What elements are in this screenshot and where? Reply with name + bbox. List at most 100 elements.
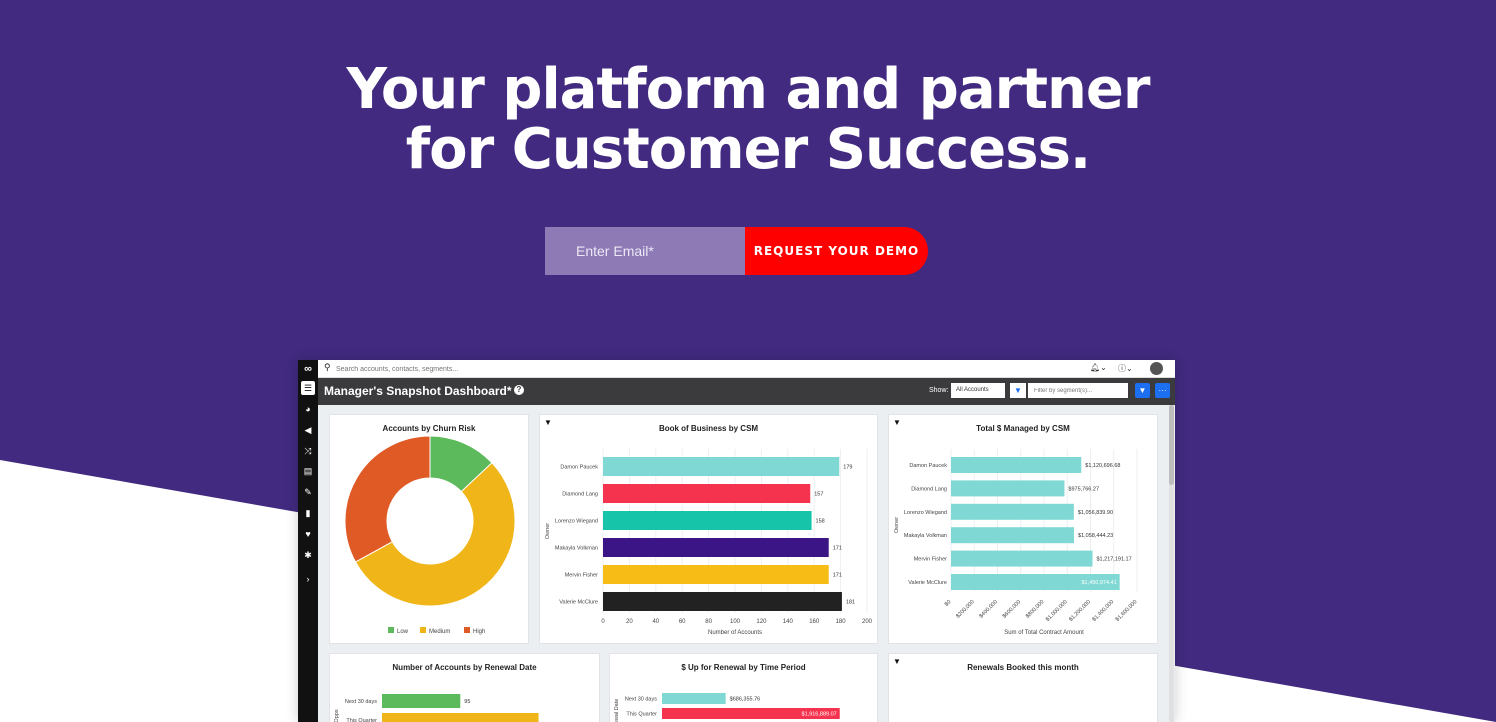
show-label: Show: [929, 387, 949, 394]
x-axis-label: Sum of Total Contract Amount [1004, 630, 1084, 636]
x-tick-label: $1,400,000 [1091, 599, 1115, 623]
app-topbar: ⚲ 🔔︎⌄ ⓘ⌄ [318, 360, 1175, 378]
bell-icon[interactable]: 🔔︎⌄ [1090, 363, 1107, 372]
bar [603, 511, 812, 530]
gear-icon[interactable]: ✱ [301, 548, 315, 562]
y-axis-label: Renewal Date [614, 699, 620, 722]
scrollbar[interactable] [1169, 405, 1174, 722]
data-label: 171 [833, 573, 842, 579]
more-options-icon[interactable]: ··· [1155, 383, 1170, 398]
renewal-period-bar-chart: Next 30 days $686,355.76 This Quarter $1,91… [614, 693, 840, 722]
y-axis-label: Opps [334, 709, 340, 722]
y-tick-label: Next 30 days [345, 699, 377, 705]
global-search-input[interactable] [336, 363, 636, 375]
x-tick-label: 0 [601, 619, 605, 625]
donut-slice-high [344, 435, 431, 563]
help-icon[interactable]: ? [514, 385, 524, 395]
y-tick-label: Damon Paucek [560, 465, 598, 471]
avatar[interactable] [1150, 362, 1163, 375]
legend-swatch-medium [420, 627, 426, 633]
x-tick-label: $800,000 [1025, 599, 1045, 619]
x-tick-label: 20 [626, 619, 633, 625]
megaphone-icon[interactable]: ◀ [301, 423, 315, 437]
email-input[interactable] [545, 227, 745, 275]
document-icon[interactable]: ▮ [301, 506, 315, 520]
legend-label-low: Low [397, 629, 409, 635]
data-label: 181 [846, 600, 855, 606]
y-tick-label: Damon Paucek [909, 463, 947, 469]
y-tick-label: This Quarter [626, 712, 657, 718]
data-label: $1,916,889.07 [802, 712, 837, 718]
y-tick-label: Diamond Lang [562, 492, 598, 498]
y-tick-label: Valerie McClure [908, 580, 947, 586]
request-demo-button[interactable]: REQUEST YOUR DEMO [745, 227, 928, 275]
scrollbar-thumb[interactable] [1169, 405, 1174, 485]
y-tick-label: Lorenzo Wiegand [555, 519, 598, 525]
logo-icon: ∞ [304, 363, 312, 375]
data-label: $1,058,444.23 [1078, 533, 1113, 539]
bar [951, 503, 1074, 520]
managed-bar-chart: $0 $200,000 $400,000 $600,000 $800,000 $1,000… [894, 449, 1138, 636]
y-tick-label: Next 30 days [625, 697, 657, 703]
churn-donut-chart: Low Medium High [344, 435, 516, 635]
legend-label-medium: Medium [429, 629, 450, 635]
data-label: 171 [833, 546, 842, 552]
y-tick-label: Valerie McClure [559, 600, 598, 606]
bar [603, 457, 840, 476]
hero-title-line1: Your platform and partner [346, 57, 1151, 122]
data-label: 95 [464, 699, 470, 705]
y-tick-label: Makayla Volkman [904, 533, 947, 539]
app-sidebar: ∞ ☰ ◕ ◀ ⤨ ▤ ✎ ▮ ♥ ✱ › [298, 360, 318, 722]
y-axis-label: Owner [894, 517, 900, 533]
x-tick-label: $1,000,000 [1045, 599, 1069, 623]
segment-filter-input[interactable] [1028, 383, 1128, 398]
shuffle-icon[interactable]: ⤨ [301, 444, 315, 458]
bar [951, 550, 1093, 567]
bar [603, 484, 811, 503]
book-bar-chart: 0 20 40 60 80 100 120 140 160 180 200 Damon Paucek 1… [545, 449, 873, 636]
question-icon[interactable]: ⓘ⌄ [1118, 363, 1133, 374]
x-tick-label: $400,000 [978, 599, 998, 619]
x-tick-label: $1,200,000 [1068, 599, 1092, 623]
panel-total-managed: ▼ Total $ Managed by CSM $0 $200,000 $400,… [888, 414, 1158, 644]
data-label: $686,355.76 [730, 697, 761, 703]
x-tick-label: 180 [836, 619, 847, 625]
x-tick-label: 160 [809, 619, 820, 625]
panel-renewals-booked: ▼ Renewals Booked this month [888, 653, 1158, 722]
hero-title: Your platform and partner for Customer S… [0, 60, 1496, 180]
bar [951, 457, 1082, 473]
show-select[interactable]: All Accounts [951, 383, 1005, 398]
wrench-icon[interactable]: ✎ [301, 485, 315, 499]
x-tick-label: $0 [944, 599, 953, 608]
y-tick-label: This Quarter [346, 718, 377, 722]
bar [603, 565, 829, 584]
apply-filter-icon[interactable]: ▼ [1135, 383, 1150, 398]
panel-title: Renewals Booked this month [967, 663, 1079, 672]
data-label: 179 [843, 465, 852, 471]
filter-icon[interactable]: ▼ [1010, 383, 1026, 398]
heart-icon[interactable]: ♥ [301, 527, 315, 541]
menu-icon[interactable]: ☰ [301, 381, 315, 395]
dashboard-icon[interactable]: ◕ [301, 402, 315, 416]
x-tick-label: $600,000 [1002, 599, 1022, 619]
y-tick-label: Diamond Lang [911, 486, 947, 492]
y-tick-label: Mervin Fisher [565, 573, 598, 579]
x-tick-label: $200,000 [955, 599, 975, 619]
dashboard-header: Manager's Snapshot Dashboard* ? Show: Al… [318, 378, 1175, 405]
signpost-icon[interactable]: ▤ [301, 464, 315, 478]
x-tick-label: 40 [652, 619, 659, 625]
panel-book-of-business: ▼ Book of Business by CSM 0 20 40 60 80 100 12… [539, 414, 878, 644]
x-tick-label: 100 [730, 619, 741, 625]
panel-renewal-period: $ Up for Renewal by Time Period Next 30 … [609, 653, 878, 722]
bar [603, 538, 829, 557]
chevron-right-icon[interactable]: › [301, 572, 315, 586]
data-label: $1,120,696.68 [1085, 463, 1120, 469]
data-label: 158 [816, 519, 825, 525]
bar [603, 592, 842, 611]
x-tick-label: 120 [756, 619, 767, 625]
search-icon: ⚲ [324, 362, 331, 372]
hero-title-line2: for Customer Success. [405, 117, 1091, 182]
y-tick-label: Makayla Volkman [555, 546, 598, 552]
x-axis-label: Number of Accounts [708, 630, 762, 636]
bar [951, 527, 1075, 544]
